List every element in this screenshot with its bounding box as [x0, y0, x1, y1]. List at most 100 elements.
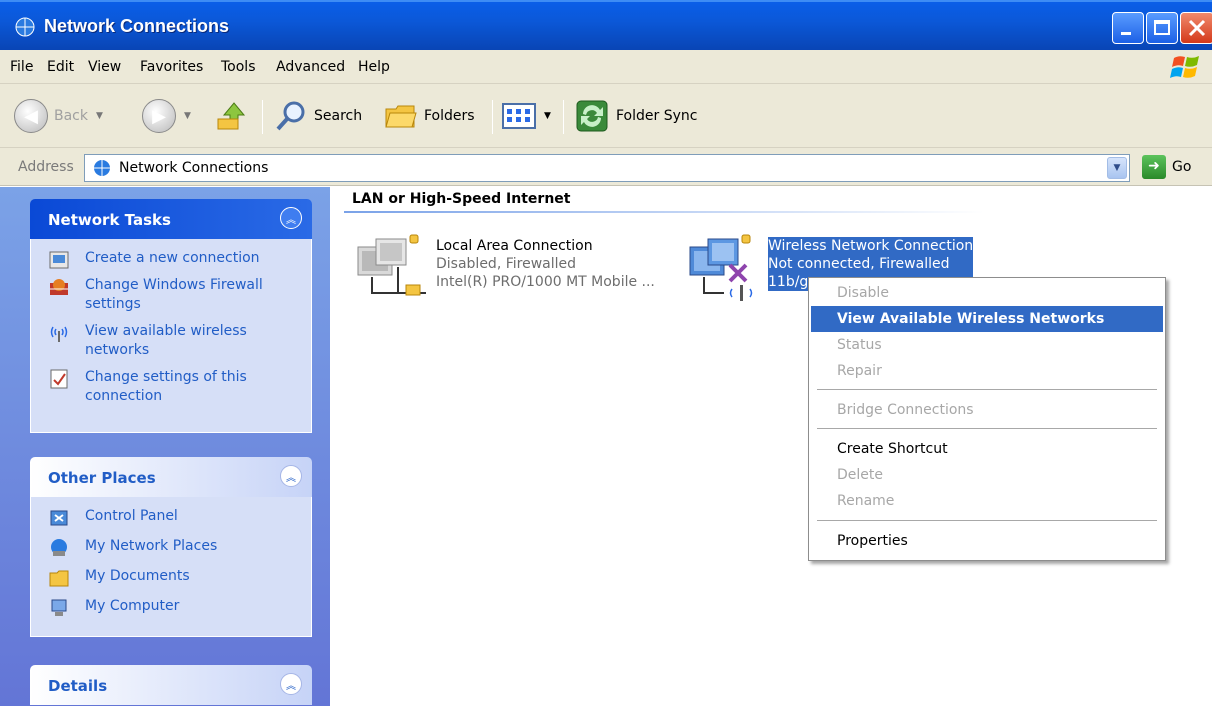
- forward-arrow-icon: ▶: [142, 99, 176, 133]
- group-title: LAN or High-Speed Internet: [352, 191, 571, 207]
- collapse-chevron-icon[interactable]: ︽: [280, 465, 302, 487]
- folder-icon: [49, 570, 69, 587]
- close-button[interactable]: [1180, 12, 1212, 44]
- task-pane: Network Tasks ︽ Create a new connection …: [0, 187, 330, 706]
- menu-separator: [817, 428, 1157, 429]
- up-folder-button[interactable]: [216, 84, 250, 148]
- collapse-chevron-icon[interactable]: ︽: [280, 207, 302, 229]
- other-places-body: Control Panel My Network Places My Docum…: [30, 497, 312, 637]
- menu-view[interactable]: View: [88, 59, 121, 75]
- network-places-icon: [51, 539, 67, 556]
- connection-status: Disabled, Firewalled: [436, 256, 577, 272]
- minimize-icon: [1121, 32, 1131, 35]
- menu-tools[interactable]: Tools: [221, 59, 256, 75]
- back-button[interactable]: ◀ Back ▼: [14, 84, 103, 148]
- folders-label: Folders: [424, 108, 475, 124]
- firewall-icon: [50, 279, 68, 295]
- other-places-header[interactable]: Other Places ︽: [30, 457, 312, 497]
- menu-separator: [817, 520, 1157, 521]
- details-title: Details: [48, 677, 108, 695]
- network-tasks-panel: Network Tasks ︽ Create a new connection …: [30, 199, 312, 433]
- settings-document-icon: [50, 369, 68, 389]
- folders-button[interactable]: Folders: [384, 84, 475, 148]
- network-tasks-header[interactable]: Network Tasks ︽: [30, 199, 312, 239]
- menu-advanced[interactable]: Advanced: [276, 59, 345, 75]
- go-arrow-icon: ➜: [1142, 155, 1166, 179]
- search-button[interactable]: Search: [274, 84, 362, 148]
- go-button[interactable]: ➜ Go: [1142, 155, 1191, 179]
- lan-connection-icon: [357, 234, 426, 296]
- link-my-network-places[interactable]: My Network Places: [31, 537, 311, 556]
- toolbar-separator: [563, 100, 564, 134]
- new-connection-icon: [49, 251, 69, 269]
- menu-help[interactable]: Help: [358, 59, 390, 75]
- network-connections-icon: [94, 160, 110, 176]
- link-control-panel[interactable]: Control Panel: [31, 507, 311, 526]
- menu-item-delete[interactable]: Delete: [811, 462, 1163, 488]
- wireless-connection-icon: [689, 234, 753, 301]
- search-label: Search: [314, 108, 363, 124]
- folder-sync-label: Folder Sync: [616, 108, 698, 124]
- address-dropdown-icon[interactable]: ▼: [1107, 157, 1127, 179]
- menu-item-create-shortcut[interactable]: Create Shortcut: [811, 436, 1163, 462]
- views-dropdown-icon[interactable]: ▼: [544, 111, 551, 121]
- context-menu: Disable View Available Wireless Networks…: [808, 277, 1166, 561]
- lan-connection-text: Local Area Connection Disabled, Firewall…: [436, 237, 655, 291]
- windows-logo-icon: [1170, 56, 1199, 78]
- details-panel: Details ︽: [30, 665, 312, 705]
- up-folder-icon: [217, 102, 246, 130]
- back-label: Back: [54, 108, 88, 124]
- group-divider: [344, 211, 984, 213]
- network-connections-icon: [15, 17, 35, 37]
- task-change-firewall[interactable]: Change Windows Firewall settings: [31, 276, 311, 314]
- title-bar: Network Connections: [0, 0, 1212, 50]
- menu-item-status[interactable]: Status: [811, 332, 1163, 358]
- window-title: Network Connections: [44, 16, 230, 36]
- menu-file[interactable]: File: [10, 59, 33, 75]
- folder-sync-button[interactable]: Folder Sync: [574, 84, 697, 148]
- search-icon: [276, 101, 305, 131]
- forward-button[interactable]: ▶ ▼: [142, 84, 191, 148]
- link-my-computer[interactable]: My Computer: [31, 597, 311, 616]
- details-header[interactable]: Details ︽: [30, 665, 312, 705]
- other-places-panel: Other Places ︽ Control Panel My Network …: [30, 457, 312, 637]
- back-dropdown-icon[interactable]: ▼: [96, 111, 103, 121]
- address-input[interactable]: Network Connections ▼: [84, 154, 1130, 182]
- menu-item-bridge-connections[interactable]: Bridge Connections: [811, 397, 1163, 423]
- network-tasks-title: Network Tasks: [48, 211, 171, 229]
- menu-favorites[interactable]: Favorites: [140, 59, 203, 75]
- forward-dropdown-icon[interactable]: ▼: [184, 111, 191, 121]
- task-view-wireless[interactable]: View available wireless networks: [31, 322, 311, 360]
- address-label: Address: [18, 159, 74, 175]
- menu-edit[interactable]: Edit: [47, 59, 74, 75]
- my-computer-icon: [51, 599, 67, 616]
- connection-status: Not connected, Firewalled: [768, 256, 950, 272]
- go-label: Go: [1172, 159, 1192, 175]
- maximize-button[interactable]: [1146, 12, 1178, 44]
- connection-name: Local Area Connection: [436, 238, 593, 254]
- local-area-connection[interactable]: Local Area Connection Disabled, Firewall…: [352, 233, 692, 307]
- folders-icon: [385, 105, 417, 128]
- menu-separator: [817, 389, 1157, 390]
- minimize-button[interactable]: [1112, 12, 1144, 44]
- task-change-settings[interactable]: Change settings of this connection: [31, 368, 311, 406]
- link-my-documents[interactable]: My Documents: [31, 567, 311, 587]
- maximize-icon: [1154, 20, 1170, 35]
- menu-bar: File Edit View Favorites Tools Advanced …: [0, 50, 1212, 84]
- back-arrow-icon: ◀: [14, 99, 48, 133]
- toolbar-separator: [492, 100, 493, 134]
- close-icon: [1188, 19, 1206, 37]
- menu-item-rename[interactable]: Rename: [811, 488, 1163, 514]
- folder-sync-icon: [576, 100, 608, 132]
- collapse-chevron-icon[interactable]: ︽: [280, 673, 302, 695]
- menu-item-disable[interactable]: Disable: [811, 280, 1163, 306]
- menu-item-properties[interactable]: Properties: [811, 528, 1163, 554]
- wireless-icon: [50, 326, 68, 342]
- task-create-connection[interactable]: Create a new connection: [31, 249, 311, 269]
- views-button[interactable]: ▼: [502, 84, 551, 148]
- connection-device: Intel(R) PRO/1000 MT Mobile ...: [436, 274, 655, 290]
- menu-item-view-wireless-networks[interactable]: View Available Wireless Networks: [811, 306, 1163, 332]
- views-icon: [502, 103, 536, 129]
- address-value: Network Connections: [119, 160, 269, 176]
- menu-item-repair[interactable]: Repair: [811, 358, 1163, 384]
